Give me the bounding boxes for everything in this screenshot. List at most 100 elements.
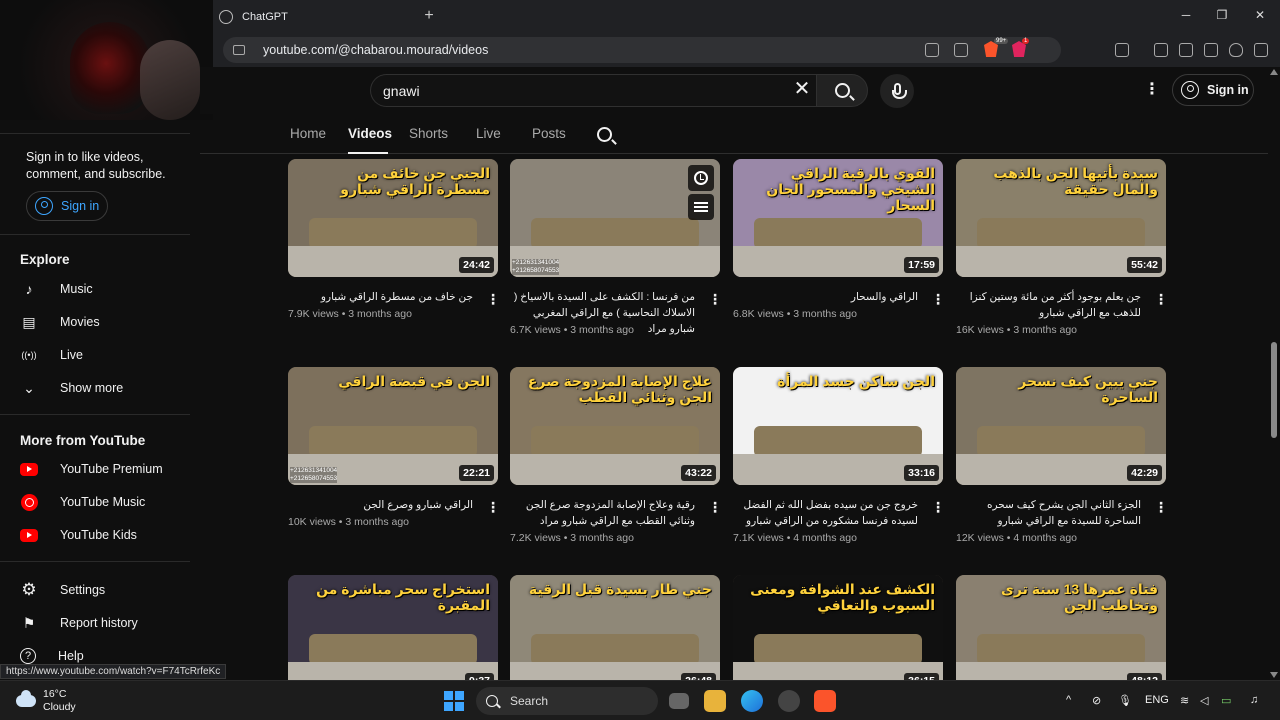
video-thumbnail[interactable]: جني طار بسيدة قبل الرقية26:48 <box>510 575 720 693</box>
video-thumbnail[interactable]: +212631341004 +212658074553 <box>510 159 720 277</box>
video-thumbnail[interactable]: الجن ساكن جسد المرأة 33:16 <box>733 367 943 485</box>
sidebar-toggle-icon[interactable] <box>1154 43 1168 57</box>
video-card[interactable]: استخراج سحر مباشرة من المقبرة9:37 <box>288 575 498 693</box>
video-menu-icon[interactable]: ⋮ <box>931 499 945 516</box>
menu-icon[interactable] <box>1254 43 1268 57</box>
sidebar-item-youtube-kids[interactable]: YouTube Kids <box>20 521 190 549</box>
video-thumbnail[interactable]: استخراج سحر مباشرة من المقبرة9:37 <box>288 575 498 693</box>
leo-ai-icon[interactable] <box>1204 43 1218 57</box>
video-card[interactable]: الجن في قبضة الراقي +212631341004 +212658… <box>288 367 500 528</box>
video-title[interactable]: جن خاف من مسطرة الراقي شبارو <box>288 289 473 305</box>
sidebar-item-movies[interactable]: ▤ Movies <box>20 308 190 336</box>
microsoft-store-icon[interactable] <box>704 690 726 712</box>
add-to-queue-button[interactable] <box>688 194 714 220</box>
taskbar-search[interactable]: Search <box>476 687 658 715</box>
video-menu-icon[interactable]: ⋮ <box>486 499 500 516</box>
video-thumbnail[interactable]: جني يبين كيف نسحر الساحرة 42:29 <box>956 367 1166 485</box>
header-signin-button[interactable]: Sign in <box>1172 74 1254 106</box>
tab-home[interactable]: Home <box>290 126 326 141</box>
video-title[interactable]: جن يعلم بوجود أكثر من مائة وستين كنزا لل… <box>956 289 1141 321</box>
video-thumbnail[interactable]: الجني جن خائف من مسطرة الراقي شبارو 24:42 <box>288 159 498 277</box>
tray-chevron-icon[interactable]: ^ <box>1066 694 1071 706</box>
clear-search-icon[interactable]: ✕ <box>788 76 816 101</box>
channel-search-icon[interactable] <box>597 127 612 142</box>
video-title[interactable]: رقية وعلاج الإصابة المزدوجة صرع الجن وثن… <box>510 497 695 529</box>
wallet-icon[interactable] <box>1179 43 1193 57</box>
volume-icon[interactable]: ◁ <box>1200 694 1208 707</box>
video-thumbnail[interactable]: سيدة بأتيها الجن بالذهب والمال حقيقة 55:4… <box>956 159 1166 277</box>
restore-button[interactable]: ❐ <box>1212 8 1232 22</box>
page-scrollbar[interactable] <box>1268 67 1280 680</box>
tab-shorts[interactable]: Shorts <box>409 126 448 141</box>
vpn-icon[interactable] <box>1229 43 1243 57</box>
video-thumbnail[interactable]: الجن في قبضة الراقي +212631341004 +212658… <box>288 367 498 485</box>
browser-tab[interactable]: ChatGPT <box>213 0 413 33</box>
video-card[interactable]: فتاة عمرها 13 سنة ترى وتخاطب الجن48:12 <box>956 575 1166 693</box>
video-thumbnail[interactable]: الكشف عند الشوافة ومعنى السبوب والتعافي3… <box>733 575 943 693</box>
sidebar-signin-button[interactable]: Sign in <box>26 191 108 221</box>
reader-icon[interactable] <box>1115 43 1129 57</box>
new-tab-button[interactable]: + <box>419 7 439 25</box>
notification-bell-icon[interactable]: ♫ <box>1250 694 1258 706</box>
edge-icon[interactable] <box>741 690 763 712</box>
video-menu-icon[interactable]: ⋮ <box>708 291 722 308</box>
close-window-button[interactable]: ✕ <box>1250 8 1270 22</box>
task-view-icon[interactable] <box>669 693 689 709</box>
video-menu-icon[interactable]: ⋮ <box>931 291 945 308</box>
tab-posts[interactable]: Posts <box>532 126 566 141</box>
site-info-icon[interactable] <box>233 45 245 55</box>
search-button[interactable] <box>816 74 868 107</box>
start-button[interactable] <box>444 691 464 711</box>
thumbnail-sofa <box>977 426 1145 457</box>
sidebar-item-youtube-music[interactable]: YouTube Music <box>20 488 190 516</box>
sidebar-item-music[interactable]: ♪ Music <box>20 275 190 303</box>
scroll-up-arrow-icon[interactable] <box>1270 69 1278 75</box>
video-title[interactable]: خروج جن من سيده بفضل الله ثم الفضل لسيده… <box>733 497 918 529</box>
brave-icon[interactable] <box>814 690 836 712</box>
video-card[interactable]: جني يبين كيف نسحر الساحرة 42:29 الجزء الثا… <box>956 367 1168 544</box>
sidebar-item-settings[interactable]: ⚙ Settings <box>20 576 190 604</box>
video-menu-icon[interactable]: ⋮ <box>1154 291 1168 308</box>
video-card[interactable]: الجني جن خائف من مسطرة الراقي شبارو 24:42… <box>288 159 500 320</box>
video-card[interactable]: +212631341004 +212658074553 من فرنسا : ال… <box>510 159 722 336</box>
metadata-separator: • <box>338 308 349 320</box>
weather-widget[interactable]: 16°C Cloudy <box>16 688 76 714</box>
battery-icon[interactable]: ▭ <box>1221 694 1231 707</box>
sidebar-item-report-history[interactable]: ⚑ Report history <box>20 609 190 637</box>
video-card[interactable]: الكشف عند الشوافة ومعنى السبوب والتعافي3… <box>733 575 943 693</box>
thumbnail-caption: الجن في قبضة الراقي <box>338 373 490 389</box>
video-thumbnail[interactable]: علاج الإصابة المزدوجة صرع الجن وثنائي ال… <box>510 367 720 485</box>
cast-icon[interactable] <box>925 43 939 57</box>
sidebar-item-youtube-premium[interactable]: YouTube Premium <box>20 455 190 483</box>
voice-search-button[interactable] <box>880 74 914 108</box>
language-indicator[interactable]: ENG <box>1145 694 1169 706</box>
video-card[interactable]: جني طار بسيدة قبل الرقية26:48 <box>510 575 720 693</box>
network-off-icon[interactable]: ⊘ <box>1092 694 1101 707</box>
wifi-icon[interactable]: ≋ <box>1180 694 1189 707</box>
video-card[interactable]: الجن ساكن جسد المرأة 33:16 خروج جن من سيده… <box>733 367 945 544</box>
video-title[interactable]: الراقي شبارو وصرع الجن <box>288 497 473 513</box>
chrome-icon[interactable] <box>778 690 800 712</box>
sidebar-item-live[interactable]: ((•)) Live <box>20 341 190 369</box>
video-card[interactable]: سيدة بأتيها الجن بالذهب والمال حقيقة 55:4… <box>956 159 1168 336</box>
tab-live[interactable]: Live <box>476 126 501 141</box>
video-thumbnail[interactable]: القوي بالرقية الراقي الشيخي والمسحور الج… <box>733 159 943 277</box>
video-menu-icon[interactable]: ⋮ <box>486 291 500 308</box>
search-input[interactable]: gnawi <box>370 74 816 107</box>
microphone-tray-icon[interactable]: 🎙 <box>1118 694 1132 707</box>
video-title[interactable]: الراقي والسحار <box>733 289 918 305</box>
video-menu-icon[interactable]: ⋮ <box>708 499 722 516</box>
tab-videos[interactable]: Videos <box>348 126 392 141</box>
minimize-button[interactable]: ─ <box>1176 8 1196 22</box>
video-card[interactable]: القوي بالرقية الراقي الشيخي والمسحور الج… <box>733 159 945 320</box>
scroll-thumb[interactable] <box>1271 342 1277 438</box>
settings-menu-icon[interactable]: ⋮ <box>1144 82 1160 98</box>
sidebar-item-show-more[interactable]: ⌄ Show more <box>20 374 190 402</box>
watch-later-button[interactable] <box>688 165 714 191</box>
scroll-down-arrow-icon[interactable] <box>1270 672 1278 678</box>
video-card[interactable]: علاج الإصابة المزدوجة صرع الجن وثنائي ال… <box>510 367 722 544</box>
video-thumbnail[interactable]: فتاة عمرها 13 سنة ترى وتخاطب الجن48:12 <box>956 575 1166 693</box>
video-title[interactable]: الجزء الثاني الجن يشرح كيف سحره الساحرة … <box>956 497 1141 529</box>
video-menu-icon[interactable]: ⋮ <box>1154 499 1168 516</box>
share-icon[interactable] <box>954 43 968 57</box>
